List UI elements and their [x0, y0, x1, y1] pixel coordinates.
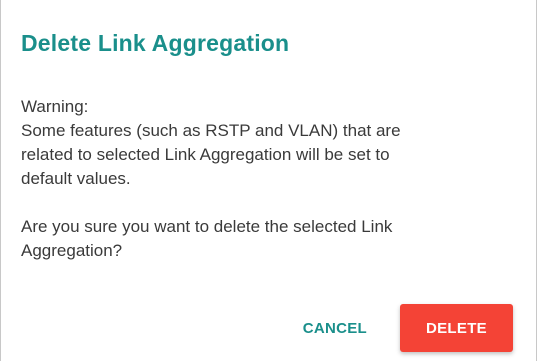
delete-button[interactable]: DELETE	[400, 304, 513, 352]
warning-line: related to selected Link Aggregation wil…	[21, 145, 390, 164]
dialog-message: Warning: Some features (such as RSTP and…	[21, 95, 516, 263]
warning-label: Warning:	[21, 97, 89, 116]
dialog-actions: CANCEL DELETE	[287, 304, 513, 352]
question-line: Are you sure you want to delete the sele…	[21, 217, 393, 236]
question-line: Aggregation?	[21, 241, 123, 260]
confirmation-question: Are you sure you want to delete the sele…	[21, 215, 516, 263]
delete-link-aggregation-dialog: Delete Link Aggregation Warning: Some fe…	[0, 0, 537, 361]
warning-paragraph: Warning: Some features (such as RSTP and…	[21, 95, 516, 191]
dialog-title: Delete Link Aggregation	[21, 30, 290, 56]
cancel-button[interactable]: CANCEL	[287, 304, 383, 352]
warning-line: default values.	[21, 169, 131, 188]
warning-line: Some features (such as RSTP and VLAN) th…	[21, 121, 401, 140]
